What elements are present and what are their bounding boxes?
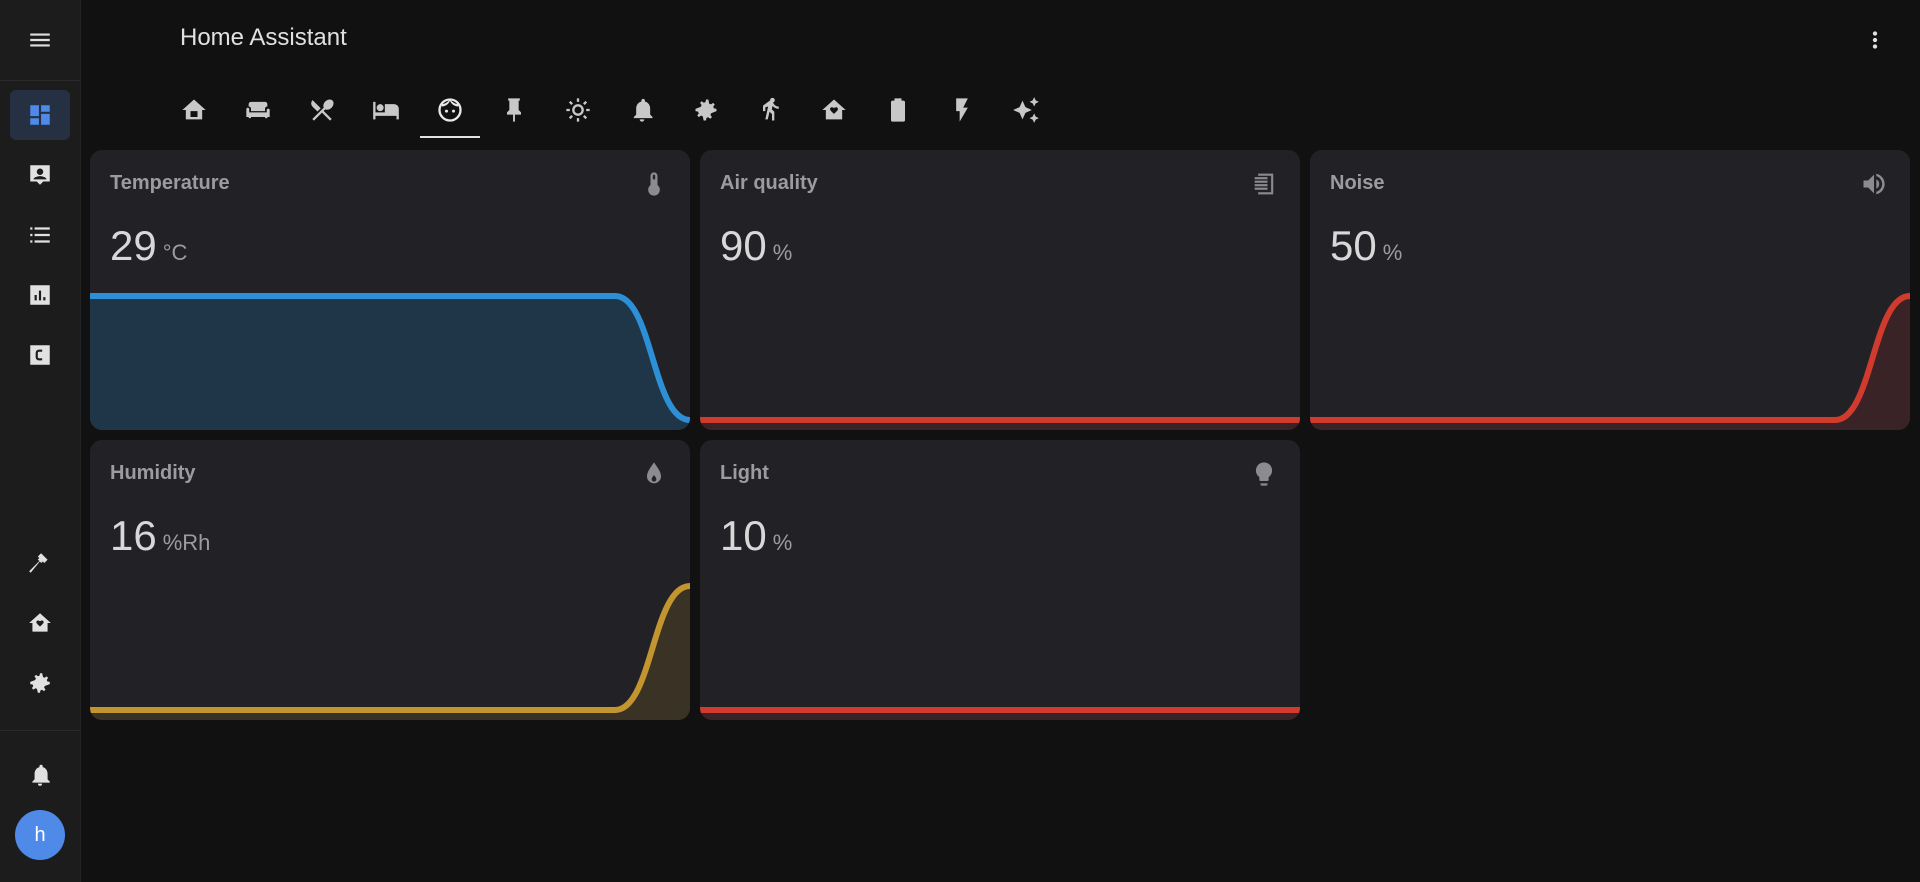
tab-kids-room[interactable] <box>420 82 480 138</box>
battery-icon <box>891 98 905 122</box>
card-value-row: 10% <box>720 512 792 560</box>
tab-pinned[interactable] <box>484 82 544 138</box>
card-value-row: 16 %Rh <box>110 512 210 560</box>
tab-bedroom[interactable] <box>356 82 416 138</box>
sidebar-item-home[interactable] <box>10 598 70 648</box>
history-graph <box>1310 293 1910 430</box>
brightness-icon <box>566 98 590 122</box>
tab-living-room[interactable] <box>228 82 288 138</box>
tab-scenes[interactable] <box>996 82 1056 138</box>
card-unit: %Rh <box>162 530 211 555</box>
card-title: Light <box>720 462 769 484</box>
history-graph <box>90 583 690 720</box>
home-heart-icon <box>822 99 846 120</box>
avatar[interactable]: h <box>15 810 65 860</box>
card-unit: % <box>772 240 793 265</box>
water-icon <box>647 462 661 484</box>
sparkles-icon <box>1013 97 1039 123</box>
home-icon <box>182 99 206 120</box>
sidebar-item-map[interactable] <box>10 150 70 200</box>
menu-button[interactable] <box>0 0 80 80</box>
sensor-card-air-quality[interactable]: Air quality 90% <box>700 150 1300 430</box>
page-title: Home Assistant <box>180 24 347 51</box>
history-graph <box>90 293 690 430</box>
card-value: 29 <box>110 222 157 269</box>
card-value: 10 <box>720 512 767 559</box>
sidebar-item-logbook[interactable] <box>10 210 70 260</box>
gear-icon <box>695 99 717 121</box>
card-unit: % <box>1382 240 1403 265</box>
account-box-icon <box>30 165 50 185</box>
card-unit: °C <box>162 240 188 265</box>
dots-vertical-icon <box>1872 31 1878 49</box>
card-value: 50 <box>1330 222 1377 269</box>
sidebar-item-notifications[interactable] <box>10 750 70 800</box>
sensor-card-noise[interactable]: Noise 50% <box>1310 150 1910 430</box>
bell-icon <box>633 98 653 122</box>
history-graph <box>700 417 1300 430</box>
face-icon <box>438 98 462 122</box>
graph-area <box>90 586 690 720</box>
dashboard-icon <box>30 105 50 125</box>
walk-icon <box>763 97 779 121</box>
tab-notifications[interactable] <box>612 82 672 138</box>
chart-bar-icon <box>30 285 50 305</box>
graph-area <box>1310 296 1910 430</box>
silverware-icon <box>311 99 334 121</box>
overflow-menu-button[interactable] <box>1855 20 1895 60</box>
tab-home[interactable] <box>164 82 224 138</box>
sensor-card-humidity[interactable]: Humidity 16 %Rh <box>90 440 690 720</box>
pin-icon <box>507 98 521 122</box>
lightbulb-icon <box>1255 462 1273 486</box>
bell-icon <box>32 764 50 786</box>
air-filter-icon <box>1254 173 1274 195</box>
history-graph <box>700 707 1300 720</box>
tab-presence[interactable] <box>740 82 800 138</box>
card-value-row: 90% <box>720 222 792 270</box>
sidebar-item-custom[interactable] <box>10 330 70 380</box>
sidebar-divider <box>0 80 80 81</box>
hammer-icon <box>29 553 48 573</box>
graph-line <box>1310 293 1910 423</box>
tab-battery[interactable] <box>868 82 928 138</box>
sidebar: h <box>0 0 81 882</box>
c-box-icon <box>30 345 50 365</box>
gear-icon <box>30 673 50 693</box>
lightning-icon <box>956 98 968 122</box>
tab-settings[interactable] <box>676 82 736 138</box>
tab-lights[interactable] <box>548 82 608 138</box>
card-title: Humidity <box>110 462 196 484</box>
sofa-icon <box>246 101 270 119</box>
tab-home-heart[interactable] <box>804 82 864 138</box>
tab-energy[interactable] <box>932 82 992 138</box>
menu-icon <box>30 33 50 47</box>
card-unit: % <box>772 530 793 555</box>
thermometer-icon <box>648 172 660 196</box>
card-title: Air quality <box>720 172 818 194</box>
sidebar-item-history[interactable] <box>10 270 70 320</box>
graph-area <box>90 296 690 430</box>
sensor-card-temperature[interactable]: Temperature 29 °C <box>90 150 690 430</box>
volume-icon <box>1863 173 1885 195</box>
card-value: 16 <box>110 512 157 559</box>
sidebar-item-overview[interactable] <box>10 90 70 140</box>
card-value: 90 <box>720 222 767 269</box>
sidebar-divider <box>0 730 80 731</box>
card-value-row: 29 °C <box>110 222 187 270</box>
sidebar-item-developer-tools[interactable] <box>10 538 70 588</box>
graph-line <box>90 583 690 713</box>
bed-icon <box>373 101 399 120</box>
sidebar-item-settings[interactable] <box>10 658 70 708</box>
avatar-initial: h <box>34 823 46 846</box>
tab-kitchen[interactable] <box>292 82 352 138</box>
card-title: Noise <box>1330 172 1385 194</box>
home-heart-icon <box>29 613 51 632</box>
sensor-card-light[interactable]: Light 10% <box>700 440 1300 720</box>
card-title: Temperature <box>110 172 230 194</box>
list-icon <box>30 227 50 243</box>
card-value-row: 50% <box>1330 222 1402 270</box>
